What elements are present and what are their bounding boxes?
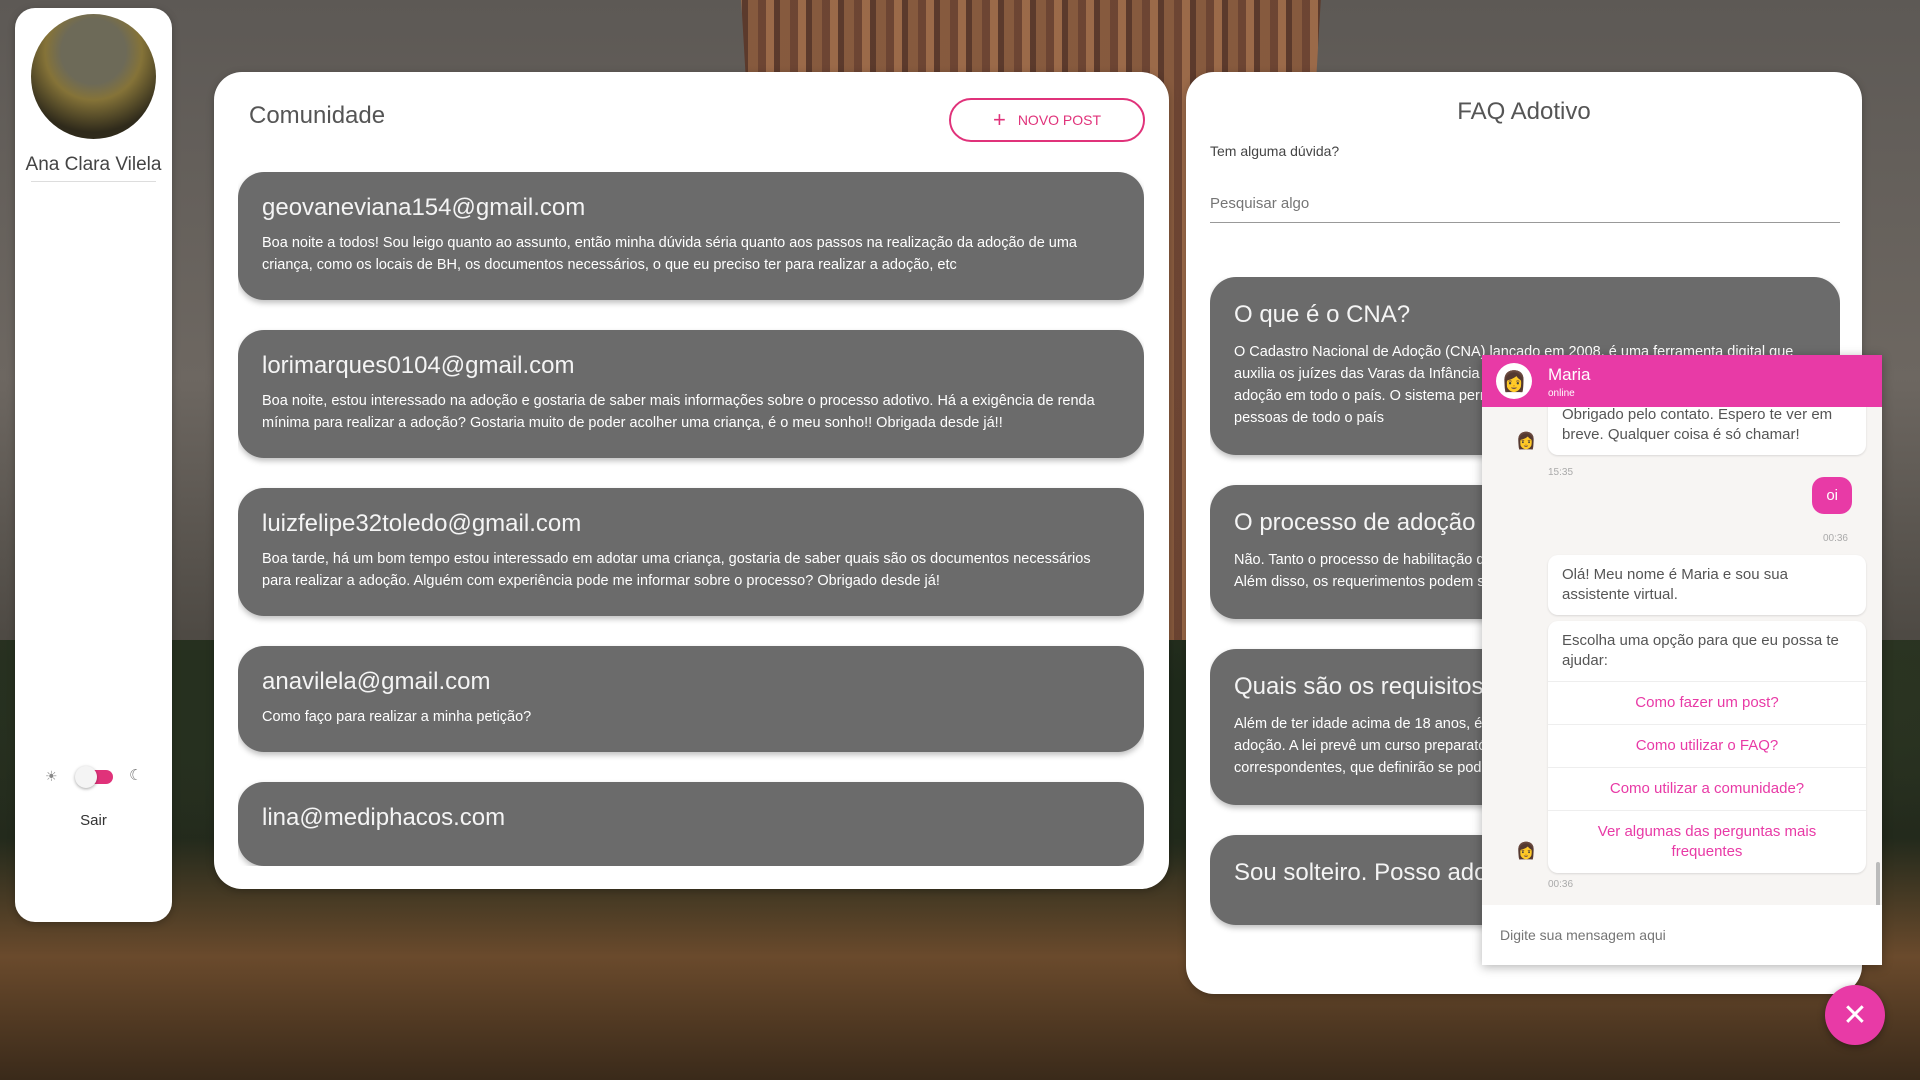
post-list[interactable]: geovaneviana154@gmail.com Boa noite a to… <box>238 172 1144 866</box>
plus-icon: + <box>992 107 1006 132</box>
community-panel: Comunidade + NOVO POST geovaneviana154@g… <box>214 72 1169 889</box>
post-email: anavilela@gmail.com <box>262 668 491 695</box>
post-card[interactable]: lina@mediphacos.com <box>238 782 1144 866</box>
bot-message-text: Obrigado pelo contato. Espero te ver em … <box>1562 407 1833 443</box>
sidebar: Ana Clara Vilela ☀ ☾ Sair <box>15 8 172 922</box>
post-card[interactable]: lorimarques0104@gmail.com Boa noite, est… <box>238 330 1144 458</box>
chat-option-button[interactable]: Como fazer um post? <box>1548 681 1866 724</box>
chat-widget: 👩 Maria online Obrigado pelo contato. Es… <box>1482 355 1882 965</box>
close-chat-button[interactable]: ✕ <box>1825 985 1885 1045</box>
post-card[interactable]: geovaneviana154@gmail.com Boa noite a to… <box>238 172 1144 300</box>
user-message: oi <box>1812 477 1852 514</box>
chat-agent-name: Maria <box>1548 365 1591 384</box>
bot-options-prompt: Escolha uma opção para que eu possa te a… <box>1562 632 1839 669</box>
post-email: luizfelipe32toledo@gmail.com <box>262 510 582 537</box>
post-email: geovaneviana154@gmail.com <box>262 194 586 221</box>
chat-option-button[interactable]: Como utilizar o FAQ? <box>1548 724 1866 767</box>
assistant-avatar-icon: 👩 <box>1496 363 1532 399</box>
divider <box>31 181 156 182</box>
chat-message-input[interactable] <box>1482 905 1882 965</box>
post-card[interactable]: anavilela@gmail.com Como faço para reali… <box>238 646 1144 752</box>
chat-option-button[interactable]: Como utilizar a comunidade? <box>1548 767 1866 810</box>
logout-link[interactable]: Sair <box>15 812 172 829</box>
chat-scrollbar[interactable] <box>1876 862 1880 905</box>
assistant-avatar-icon: 👩 <box>1516 433 1536 450</box>
post-body: Boa tarde, há um bom tempo estou interes… <box>262 551 1091 589</box>
post-body: Como faço para realizar a minha petição? <box>262 709 532 725</box>
community-title: Comunidade <box>249 102 386 129</box>
chat-option-button[interactable]: Ver algumas das perguntas mais frequente… <box>1548 810 1866 873</box>
faq-question: O que é o CNA? <box>1234 301 1411 328</box>
theme-toggle-row: ☀ ☾ <box>15 766 172 790</box>
chat-agent-status: online <box>1548 388 1575 399</box>
new-post-label: NOVO POST <box>1017 112 1102 128</box>
faq-title: FAQ Adotivo <box>1457 98 1591 125</box>
sun-icon: ☀ <box>45 768 58 784</box>
message-time: 15:35 <box>1548 467 1574 478</box>
post-card[interactable]: luizfelipe32toledo@gmail.com Boa tarde, … <box>238 488 1144 616</box>
user-message-text: oi <box>1826 487 1838 504</box>
moon-icon: ☾ <box>129 767 143 784</box>
post-email: lorimarques0104@gmail.com <box>262 352 575 379</box>
post-email: lina@mediphacos.com <box>262 804 506 831</box>
bot-message: Obrigado pelo contato. Espero te ver em … <box>1548 407 1866 455</box>
faq-search-input[interactable] <box>1210 184 1840 223</box>
new-post-button[interactable]: + NOVO POST <box>949 98 1145 142</box>
bot-message-text: Olá! Meu nome é Maria e sou sua assisten… <box>1562 566 1788 603</box>
faq-question-label: Tem alguma dúvida? <box>1210 143 1340 159</box>
bot-options-card: Escolha uma opção para que eu possa te a… <box>1548 621 1866 873</box>
post-body: Boa noite, estou interessado na adoção e… <box>262 393 1095 431</box>
bot-message: Olá! Meu nome é Maria e sou sua assisten… <box>1548 555 1866 615</box>
chat-header: 👩 Maria online <box>1482 355 1882 407</box>
message-time: 00:36 <box>1548 879 1574 890</box>
theme-toggle[interactable] <box>75 766 113 788</box>
post-body: Boa noite a todos! Sou leigo quanto ao a… <box>262 235 1077 273</box>
avatar[interactable] <box>31 14 156 139</box>
toggle-knob <box>75 766 97 788</box>
user-name: Ana Clara Vilela <box>25 154 162 175</box>
assistant-avatar-icon: 👩 <box>1516 843 1536 860</box>
message-time: 00:36 <box>1822 533 1848 544</box>
chat-messages[interactable]: Obrigado pelo contato. Espero te ver em … <box>1482 407 1882 905</box>
